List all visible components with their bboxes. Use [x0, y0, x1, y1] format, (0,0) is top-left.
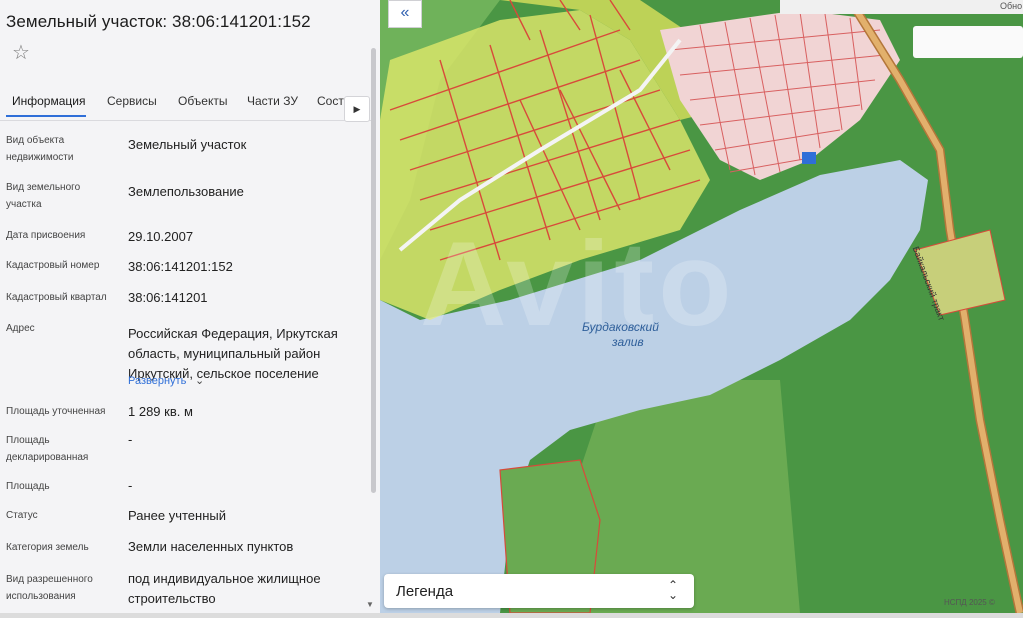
value-cadastral-block: 38:06:141201: [128, 290, 208, 305]
bay-label-line1: Бурдаковский: [582, 320, 659, 334]
label-cadastral-number: Кадастровый номер: [6, 260, 100, 271]
info-panel: Земельный участок: 38:06:141201:152 ☆ Ин…: [0, 0, 380, 613]
collapse-panel-button[interactable]: «: [388, 0, 422, 28]
label-cadastral-block: Кадастровый квартал: [6, 292, 107, 303]
selected-parcel-marker: [802, 152, 816, 164]
label-object-type: Вид объекта недвижимости: [6, 135, 74, 163]
label-assign-date: Дата присвоения: [6, 230, 86, 241]
label-address: Адрес: [6, 323, 35, 334]
label-area-precise: Площадь уточненная: [6, 406, 106, 417]
tab-next-button[interactable]: ▶: [344, 96, 370, 122]
double-chevron-left-icon: «: [400, 4, 410, 21]
map-copyright: НСПД 2025 ©: [944, 598, 995, 607]
label-permitted-use: Вид разрешенного использования: [6, 574, 93, 602]
value-object-type: Земельный участок: [128, 137, 247, 152]
expand-address-link[interactable]: Развернуть: [128, 375, 186, 387]
tab-objects[interactable]: Объекты: [178, 94, 228, 108]
scroll-down-icon[interactable]: ▼: [366, 600, 374, 609]
value-status: Ранее учтенный: [128, 508, 226, 523]
tab-services[interactable]: Сервисы: [107, 94, 157, 108]
label-land-category: Категория земель: [6, 542, 89, 553]
value-assign-date: 29.10.2007: [128, 229, 194, 244]
chevron-right-icon: ▶: [353, 104, 361, 114]
label-status: Статус: [6, 510, 38, 521]
value-land-category: Земли населенных пунктов: [128, 539, 294, 554]
value-land-type: Землепользование: [128, 184, 244, 199]
legend-label: Легенда: [396, 583, 454, 600]
value-area-precise: 1 289 кв. м: [128, 404, 193, 419]
value-permitted-use: под индивидуальное жилищное строительств…: [128, 571, 321, 606]
star-icon[interactable]: ☆: [12, 42, 34, 64]
value-cadastral-number: 38:06:141201:152: [128, 259, 233, 274]
corner-text: Обно: [1000, 1, 1023, 11]
label-area: Площадь: [6, 481, 50, 492]
tab-bar: Информация Сервисы Объекты Части ЗУ Сост…: [0, 88, 372, 121]
value-area-declared: -: [128, 432, 133, 447]
value-area: -: [128, 478, 133, 493]
map-search-box[interactable]: [913, 26, 1023, 58]
active-tab-indicator: [6, 115, 86, 117]
browser-strip: [780, 0, 1023, 14]
tab-parts[interactable]: Части ЗУ: [247, 94, 298, 108]
bay-label-line2: залив: [612, 335, 644, 349]
panel-scrollbar-thumb[interactable]: [371, 48, 376, 493]
tab-information[interactable]: Информация: [12, 94, 85, 108]
label-land-type: Вид земельного участка: [6, 182, 81, 210]
label-area-declared: Площадь декларированная: [6, 435, 89, 463]
page-title: Земельный участок: 38:06:141201:152: [6, 12, 311, 31]
up-down-chevron-icon[interactable]: ⌃ ⌄: [668, 579, 678, 601]
chevron-down-icon[interactable]: ⌄: [195, 374, 204, 387]
watermark: Avito: [420, 217, 736, 351]
